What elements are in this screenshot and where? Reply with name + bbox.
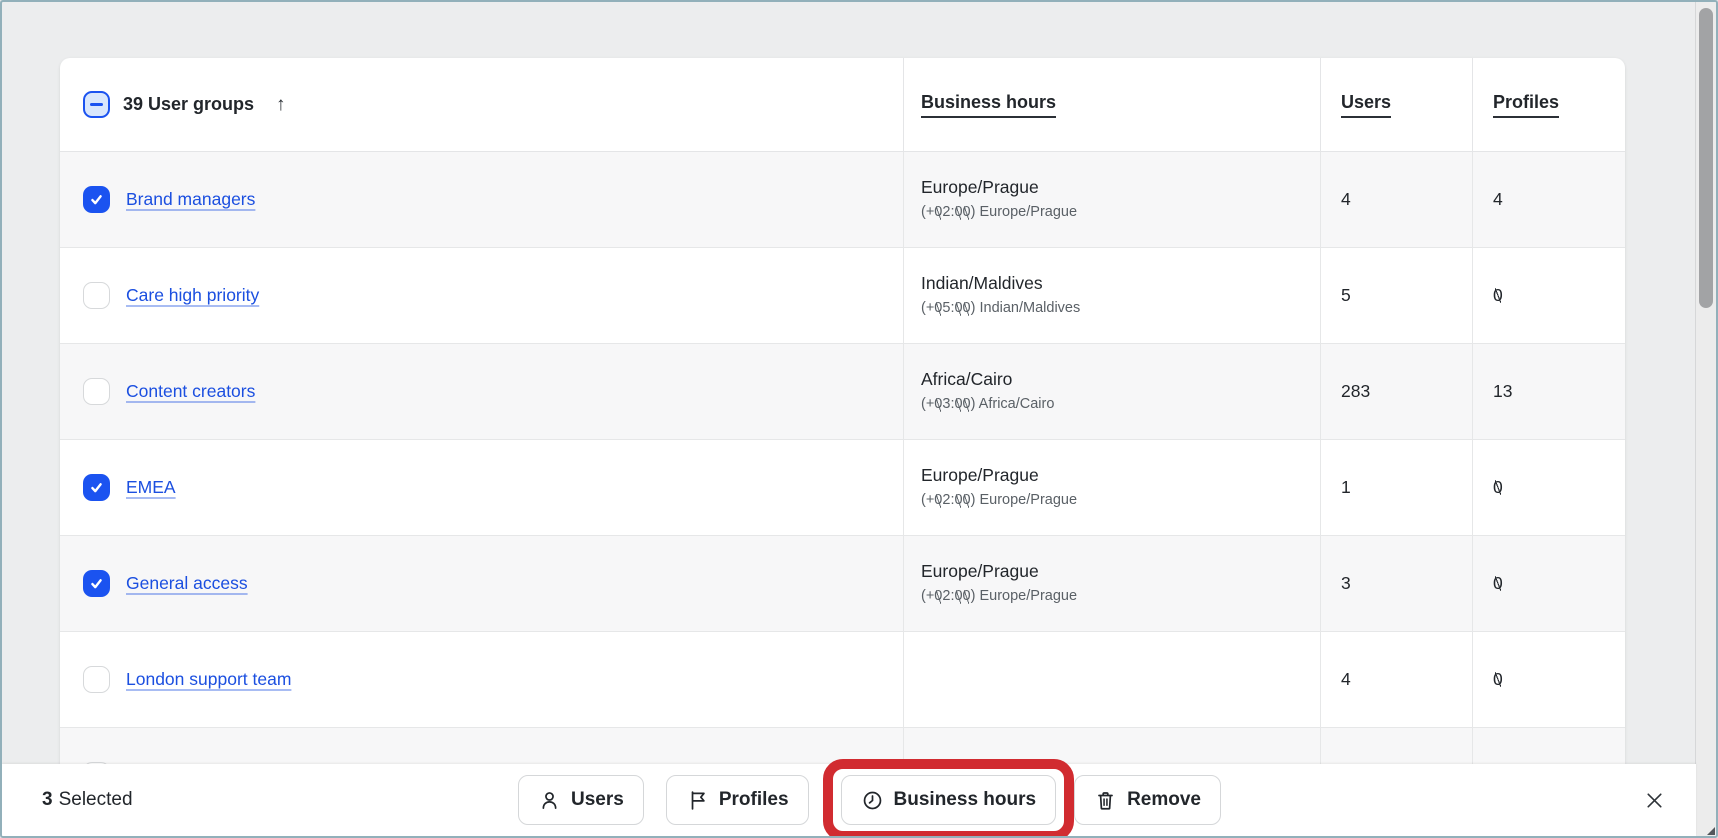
- header-cell-user-groups: 39 User groups ↑: [60, 58, 903, 151]
- selected-label: Selected: [59, 789, 133, 811]
- timezone-offset-label: (+02:00) Europe/Prague: [921, 492, 1077, 509]
- selection-summary: 3 Selected: [42, 764, 133, 836]
- header-cell-profiles: Profiles: [1472, 58, 1625, 151]
- column-header-business-hours[interactable]: Business hours: [921, 92, 1056, 118]
- table-row: Content creators Africa/Cairo (+03:00) A…: [60, 344, 1625, 440]
- table-row: London support team 4 0: [60, 632, 1625, 728]
- column-header-users[interactable]: Users: [1341, 92, 1391, 118]
- business-hours-cell: [903, 728, 1320, 764]
- user-icon: [538, 789, 561, 812]
- users-count-cell: 1: [1320, 440, 1472, 535]
- bulk-remove-label: Remove: [1127, 789, 1201, 811]
- users-count-cell: [1320, 728, 1472, 764]
- group-name-cell: EMEA: [60, 440, 903, 535]
- table-row: Brand managers Europe/Prague (+02:00) Eu…: [60, 152, 1625, 248]
- row-checkbox[interactable]: [83, 570, 110, 597]
- sort-ascending-icon[interactable]: ↑: [276, 94, 286, 116]
- trash-icon: [1094, 789, 1117, 812]
- users-count-cell: 4: [1320, 152, 1472, 247]
- bulk-remove-button[interactable]: Remove: [1074, 775, 1221, 825]
- group-name-cell: General access: [60, 536, 903, 631]
- profiles-count-cell: 13: [1472, 344, 1625, 439]
- bulk-users-button[interactable]: Users: [518, 775, 644, 825]
- clock-icon: [861, 789, 884, 812]
- users-count-cell: 4: [1320, 632, 1472, 727]
- group-name-cell: [60, 728, 903, 764]
- users-count-cell: 3: [1320, 536, 1472, 631]
- timezone-label: Indian/Maldives: [921, 273, 1043, 294]
- timezone-label: Europe/Prague: [921, 465, 1039, 486]
- profiles-count-cell: 0: [1472, 536, 1625, 631]
- user-groups-screen: 39 User groups ↑ Business hours Users Pr…: [0, 0, 1718, 838]
- corner-grip-icon: [1707, 827, 1715, 835]
- group-name-link[interactable]: General access: [126, 573, 248, 594]
- business-hours-cell: Europe/Prague (+02:00) Europe/Prague: [903, 152, 1320, 247]
- group-name-link[interactable]: EMEA: [126, 477, 176, 498]
- business-hours-cell: Indian/Maldives (+05:00) Indian/Maldives: [903, 248, 1320, 343]
- timezone-label: Africa/Cairo: [921, 369, 1012, 390]
- row-checkbox[interactable]: [83, 474, 110, 501]
- flag-icon: [686, 789, 709, 812]
- column-header-profiles[interactable]: Profiles: [1493, 92, 1559, 118]
- close-bulk-bar-button[interactable]: [1643, 764, 1666, 836]
- row-checkbox[interactable]: [83, 282, 110, 309]
- group-name-cell: London support team: [60, 632, 903, 727]
- group-name-link[interactable]: Care high priority: [126, 285, 259, 306]
- profiles-count-cell: [1472, 728, 1625, 764]
- group-name-link[interactable]: Content creators: [126, 381, 255, 402]
- business-hours-cell: Europe/Prague (+02:00) Europe/Prague: [903, 536, 1320, 631]
- group-name-cell: Brand managers: [60, 152, 903, 247]
- selected-count: 3: [42, 789, 53, 811]
- table-row: [60, 728, 1625, 764]
- table-body: Brand managers Europe/Prague (+02:00) Eu…: [60, 152, 1625, 764]
- table-row: General access Europe/Prague (+02:00) Eu…: [60, 536, 1625, 632]
- profiles-count-cell: 4: [1472, 152, 1625, 247]
- profiles-count-cell: 0: [1472, 632, 1625, 727]
- bulk-users-label: Users: [571, 789, 624, 811]
- user-groups-table: 39 User groups ↑ Business hours Users Pr…: [60, 58, 1625, 764]
- bulk-action-bar: 3 Selected Users Profiles: [2, 764, 1696, 836]
- group-name-cell: Care high priority: [60, 248, 903, 343]
- users-count-cell: 5: [1320, 248, 1472, 343]
- timezone-label: Europe/Prague: [921, 561, 1039, 582]
- profiles-count-cell: 0: [1472, 248, 1625, 343]
- timezone-offset-label: (+02:00) Europe/Prague: [921, 204, 1077, 221]
- group-name-link[interactable]: Brand managers: [126, 189, 255, 210]
- select-all-checkbox[interactable]: [83, 91, 110, 118]
- row-checkbox[interactable]: [83, 378, 110, 405]
- header-cell-users: Users: [1320, 58, 1472, 151]
- bulk-profiles-label: Profiles: [719, 789, 789, 811]
- timezone-offset-label: (+03:00) Africa/Cairo: [921, 396, 1054, 413]
- row-checkbox[interactable]: [83, 666, 110, 693]
- business-hours-cell: Europe/Prague (+02:00) Europe/Prague: [903, 440, 1320, 535]
- business-hours-highlight: Business hours: [841, 775, 1057, 825]
- header-cell-business-hours: Business hours: [903, 58, 1320, 151]
- close-icon: [1643, 789, 1666, 812]
- group-name-link[interactable]: London support team: [126, 669, 291, 690]
- users-count-cell: 283: [1320, 344, 1472, 439]
- bulk-actions: Users Profiles Business hours: [518, 775, 1221, 825]
- row-checkbox[interactable]: [83, 186, 110, 213]
- bulk-business-hours-label: Business hours: [894, 789, 1037, 811]
- business-hours-cell: [903, 632, 1320, 727]
- table-header: 39 User groups ↑ Business hours Users Pr…: [60, 58, 1625, 152]
- group-name-cell: Content creators: [60, 344, 903, 439]
- scrollbar-thumb[interactable]: [1699, 8, 1713, 308]
- indeterminate-dash-icon: [90, 103, 103, 107]
- bulk-profiles-button[interactable]: Profiles: [666, 775, 809, 825]
- table-row: Care high priority Indian/Maldives (+05:…: [60, 248, 1625, 344]
- timezone-label: Europe/Prague: [921, 177, 1039, 198]
- business-hours-cell: Africa/Cairo (+03:00) Africa/Cairo: [903, 344, 1320, 439]
- timezone-offset-label: (+02:00) Europe/Prague: [921, 588, 1077, 605]
- timezone-offset-label: (+05:00) Indian/Maldives: [921, 300, 1080, 317]
- profiles-count-cell: 0: [1472, 440, 1625, 535]
- group-count-label: 39 User groups: [123, 94, 254, 115]
- bulk-business-hours-button[interactable]: Business hours: [841, 775, 1057, 825]
- table-row: EMEA Europe/Prague (+02:00) Europe/Pragu…: [60, 440, 1625, 536]
